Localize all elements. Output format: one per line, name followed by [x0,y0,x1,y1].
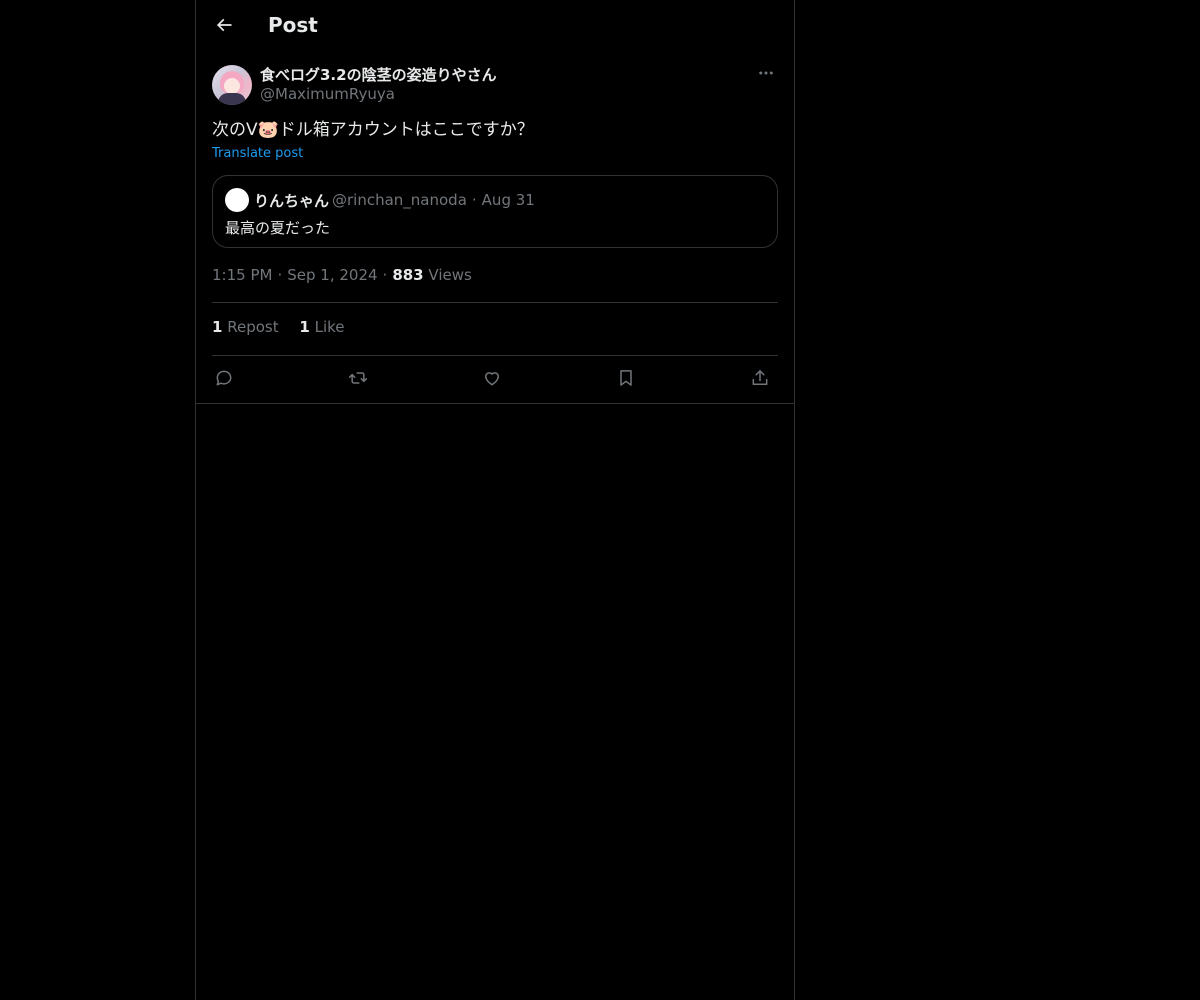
quoted-post[interactable]: りんちゃん @rinchan_nanoda · Aug 31 最高の夏だった [212,175,778,248]
post-column: Post 食べログ3.2の陰茎の姿造りやさん @MaximumRyuya 次のV… [195,0,795,1000]
author-name[interactable]: 食べログ3.2の陰茎の姿造りやさん [260,64,497,85]
post-header: Post [196,0,794,53]
divider [212,355,778,356]
quote-meta: @rinchan_nanoda · Aug 31 [332,191,535,209]
page-title: Post [268,13,318,37]
quote-author-handle: @rinchan_nanoda [332,191,467,209]
arrow-left-icon [214,15,234,39]
views-label: Views [428,266,472,284]
action-bar [212,364,778,396]
bookmark-button[interactable] [614,368,638,392]
post-text: 次のV🐷ドル箱アカウントはここですか？ [212,120,534,140]
quote-author-name: りんちゃん [254,192,330,210]
divider [212,302,778,303]
more-button[interactable] [754,64,778,86]
quote-avatar [225,188,249,212]
more-dots-icon [757,64,775,86]
quote-text: 最高の夏だった [225,219,331,237]
share-icon [750,368,770,392]
share-button[interactable] [748,368,772,392]
heart-icon [482,368,502,392]
reposts-stat[interactable]: 1 Repost [212,318,279,336]
bookmark-icon [616,368,636,392]
reply-icon [214,368,234,392]
reply-button[interactable] [212,368,236,392]
back-button[interactable] [208,11,240,43]
post-stats: 1 Repost 1 Like [212,318,361,336]
views-count: 883 [392,266,424,284]
post-meta: 1:15 PM · Sep 1, 2024 · 883 Views [212,266,472,284]
translate-post-link[interactable]: Translate post [212,146,303,161]
author-avatar[interactable] [212,65,252,105]
author-handle[interactable]: @MaximumRyuya [260,85,395,103]
quote-date: Aug 31 [481,191,535,209]
repost-button[interactable] [346,368,370,392]
post-bottom-border [196,403,794,404]
post-time[interactable]: 1:15 PM [212,266,272,284]
like-button[interactable] [480,368,504,392]
likes-stat[interactable]: 1 Like [299,318,344,336]
repost-icon [348,368,368,392]
post-date[interactable]: Sep 1, 2024 [287,266,377,284]
post-author: 食べログ3.2の陰茎の姿造りやさん @MaximumRyuya [212,64,778,108]
